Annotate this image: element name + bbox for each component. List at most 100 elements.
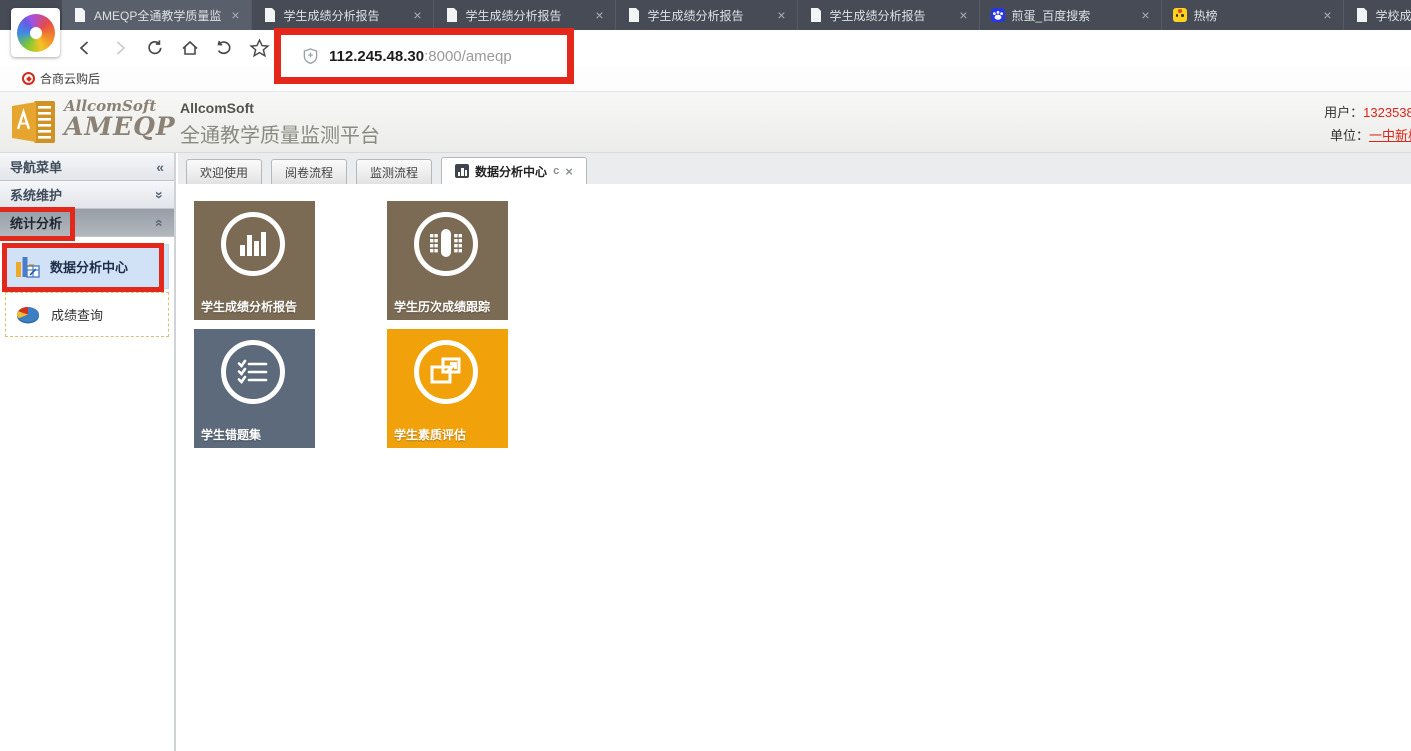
tab-title: 学校成 bbox=[1376, 7, 1411, 24]
document-icon bbox=[263, 8, 277, 22]
user-label: 用户： bbox=[1324, 105, 1363, 120]
workspace-tab-label: 欢迎使用 bbox=[200, 164, 248, 181]
document-icon bbox=[445, 8, 459, 22]
tile-label: 学生历次成绩跟踪 bbox=[394, 298, 490, 315]
sidebar-item-score-query[interactable]: 成绩查询 bbox=[5, 292, 169, 337]
tile-mistake-collection[interactable]: 学生错题集 bbox=[194, 329, 315, 448]
tile-student-score-report[interactable]: 学生成绩分析报告 bbox=[194, 201, 315, 320]
refresh-icon[interactable] bbox=[142, 35, 168, 61]
browser-toolbar bbox=[0, 30, 1411, 66]
sidebar-item-data-analysis-center[interactable]: 数据分析中心 bbox=[5, 244, 169, 289]
score-tracking-icon bbox=[414, 212, 478, 276]
browser-tab[interactable]: AMEQP全通教学质量监 × bbox=[62, 0, 252, 30]
ameqp-logo-icon bbox=[10, 99, 58, 150]
browser-tab[interactable]: 热榜 × bbox=[1162, 0, 1344, 30]
workspace-tab-label: 数据分析中心 bbox=[475, 163, 547, 180]
bar-chart-icon bbox=[14, 253, 41, 280]
home-icon[interactable] bbox=[177, 35, 203, 61]
baidu-paw-icon bbox=[991, 8, 1005, 22]
browser-tab[interactable]: 学生成绩分析报告 × bbox=[434, 0, 616, 30]
tile-quality-assessment[interactable]: 学生素质评估 bbox=[387, 329, 508, 448]
workspace-tab-grading-flow[interactable]: 阅卷流程 bbox=[271, 159, 347, 184]
chick-icon bbox=[1173, 8, 1187, 22]
main-content: 欢迎使用 阅卷流程 监测流程 数据分析中心 c × 学生成绩分析报告 bbox=[178, 153, 1411, 751]
document-icon bbox=[627, 8, 641, 22]
bookmark-site-icon bbox=[22, 72, 35, 85]
back-icon[interactable] bbox=[72, 35, 98, 61]
bookmark-label: 合商云购后 bbox=[40, 70, 100, 87]
sidebar-title[interactable]: 导航菜单 « bbox=[0, 153, 174, 181]
tab-close-icon[interactable]: × bbox=[1320, 8, 1334, 22]
browser-tab-strip: AMEQP全通教学质量监 × 学生成绩分析报告 × 学生成绩分析报告 × 学生成… bbox=[0, 0, 1411, 30]
sidebar-title-label: 导航菜单 bbox=[10, 157, 62, 176]
workspace-tab-bar: 欢迎使用 阅卷流程 监测流程 数据分析中心 c × bbox=[178, 153, 1411, 184]
tab-title: 学生成绩分析报告 bbox=[648, 7, 768, 24]
logo-brand-text: AMEQP bbox=[64, 115, 176, 139]
url-path: :8000/ameqp bbox=[424, 48, 512, 65]
forward-icon[interactable] bbox=[107, 35, 133, 61]
sidebar: 导航菜单 « 系统维护 » 统计分析 « 数据分析中心 bbox=[0, 153, 176, 751]
browser-tab[interactable]: 学生成绩分析报告 × bbox=[798, 0, 980, 30]
browser-tab[interactable]: 学生成绩分析报告 × bbox=[252, 0, 434, 30]
tab-close-icon[interactable]: × bbox=[1138, 8, 1152, 22]
tile-label: 学生错题集 bbox=[201, 426, 261, 443]
url-host: 112.245.48.30 bbox=[329, 48, 424, 65]
tile-label: 学生素质评估 bbox=[394, 426, 466, 443]
section-label: 统计分析 bbox=[10, 213, 62, 232]
browser-tab[interactable]: 学校成 bbox=[1344, 0, 1411, 30]
browser-pinwheel-icon bbox=[17, 14, 55, 52]
collapse-sidebar-icon[interactable]: « bbox=[156, 159, 164, 175]
tab-close-icon[interactable]: × bbox=[774, 8, 788, 22]
sidebar-section-statistics[interactable]: 统计分析 « bbox=[0, 209, 174, 237]
tab-title: 煎蛋_百度搜索 bbox=[1012, 7, 1132, 24]
org-label: 单位： bbox=[1330, 128, 1369, 143]
tab-close-icon[interactable]: × bbox=[565, 164, 573, 179]
export-icon bbox=[414, 340, 478, 404]
chevron-down-icon: » bbox=[152, 191, 168, 199]
logo-wordmark: AllcomSoft AMEQP bbox=[64, 97, 176, 139]
checklist-icon bbox=[221, 340, 285, 404]
document-icon bbox=[73, 8, 87, 22]
browser-tab[interactable]: 煎蛋_百度搜索 × bbox=[980, 0, 1162, 30]
browser-logo[interactable] bbox=[11, 8, 60, 57]
sidebar-item-label: 成绩查询 bbox=[51, 305, 103, 324]
document-icon bbox=[809, 8, 823, 22]
tile-score-tracking[interactable]: 学生历次成绩跟踪 bbox=[387, 201, 508, 320]
pie-chart-icon bbox=[14, 304, 42, 326]
tab-close-icon[interactable]: × bbox=[592, 8, 606, 22]
document-icon bbox=[1355, 8, 1369, 22]
tile-label: 学生成绩分析报告 bbox=[201, 298, 297, 315]
workspace-tab-data-analysis[interactable]: 数据分析中心 c × bbox=[441, 157, 587, 184]
section-label: 系统维护 bbox=[10, 185, 62, 204]
bookmark-star-icon[interactable] bbox=[246, 35, 272, 61]
sidebar-section-system[interactable]: 系统维护 » bbox=[0, 181, 174, 209]
address-bar[interactable]: 112.245.48.30:8000/ameqp bbox=[284, 36, 566, 76]
app-name-zh: 全通教学质量监测平台 bbox=[180, 119, 380, 148]
tab-close-icon[interactable]: × bbox=[228, 8, 242, 22]
bookmark-item[interactable]: 合商云购后 bbox=[22, 70, 100, 87]
app-header: AllcomSoft AMEQP AllcomSoft 全通教学质量监测平台 用… bbox=[0, 92, 1411, 153]
tab-title: 学生成绩分析报告 bbox=[466, 7, 586, 24]
tab-title: 热榜 bbox=[1194, 7, 1314, 24]
workspace-tab-monitor-flow[interactable]: 监测流程 bbox=[356, 159, 432, 184]
workspace-tab-welcome[interactable]: 欢迎使用 bbox=[186, 159, 262, 184]
browser-tab[interactable]: 学生成绩分析报告 × bbox=[616, 0, 798, 30]
chevron-up-icon: « bbox=[152, 219, 168, 227]
tab-close-icon[interactable]: × bbox=[956, 8, 970, 22]
user-info: 用户：13235380 单位：一中新校 bbox=[1324, 101, 1411, 147]
bar-chart-tab-icon bbox=[455, 164, 469, 178]
workspace-tab-label: 阅卷流程 bbox=[285, 164, 333, 181]
tab-close-icon[interactable]: × bbox=[410, 8, 424, 22]
bookmarks-bar: 合商云购后 bbox=[0, 66, 1411, 92]
tab-title: AMEQP全通教学质量监 bbox=[94, 7, 221, 24]
user-value: 13235380 bbox=[1363, 105, 1411, 120]
undo-icon[interactable] bbox=[211, 35, 237, 61]
bar-chart-icon bbox=[221, 212, 285, 276]
tab-title: 学生成绩分析报告 bbox=[284, 7, 404, 24]
sidebar-item-list: 数据分析中心 成绩查询 bbox=[0, 237, 174, 347]
app-name-en: AllcomSoft bbox=[180, 100, 380, 116]
app-title-block: AllcomSoft 全通教学质量监测平台 bbox=[180, 100, 380, 148]
workspace-tab-label: 监测流程 bbox=[370, 164, 418, 181]
org-value[interactable]: 一中新校 bbox=[1369, 128, 1411, 143]
tab-refresh-icon[interactable]: c bbox=[553, 165, 559, 177]
